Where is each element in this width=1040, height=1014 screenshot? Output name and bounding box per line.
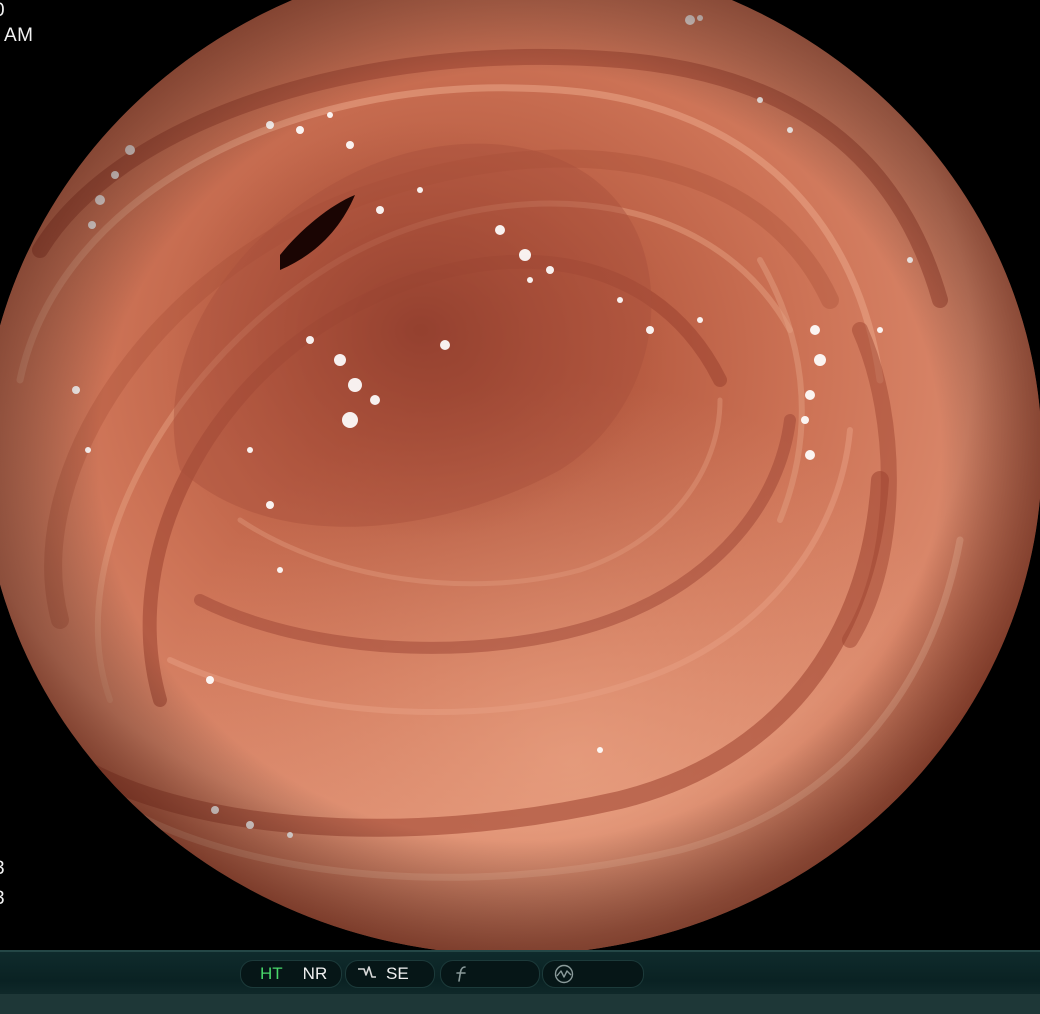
nr-indicator: NR: [302, 964, 328, 983]
processor-status-bar: HT NR SE: [0, 950, 1040, 1014]
status-bar-lower-strip: [0, 994, 1040, 1014]
overlay-time-ampm: AM: [4, 25, 34, 46]
overlay-info-line-1: 3: [0, 858, 5, 880]
colon-lumen-view: [0, 0, 1040, 950]
ht-indicator: HT: [260, 964, 283, 983]
waveform-indicator: [542, 960, 644, 988]
se-indicator-group: SE: [345, 960, 435, 988]
overlay-info-line-2: 3: [0, 888, 5, 910]
endoscopic-image: [0, 0, 1040, 950]
enhance-wave-icon: [356, 963, 378, 985]
freeze-indicator: [440, 960, 540, 988]
ht-nr-indicator: HT NR: [240, 960, 342, 988]
overlay-time-digit: 0: [0, 0, 5, 22]
se-indicator: SE: [386, 964, 409, 983]
endoscope-screen: 0 AM 3 3 HT NR SE: [0, 0, 1040, 1014]
freeze-f-icon: [451, 963, 473, 985]
waveform-circle-icon: [553, 963, 575, 985]
